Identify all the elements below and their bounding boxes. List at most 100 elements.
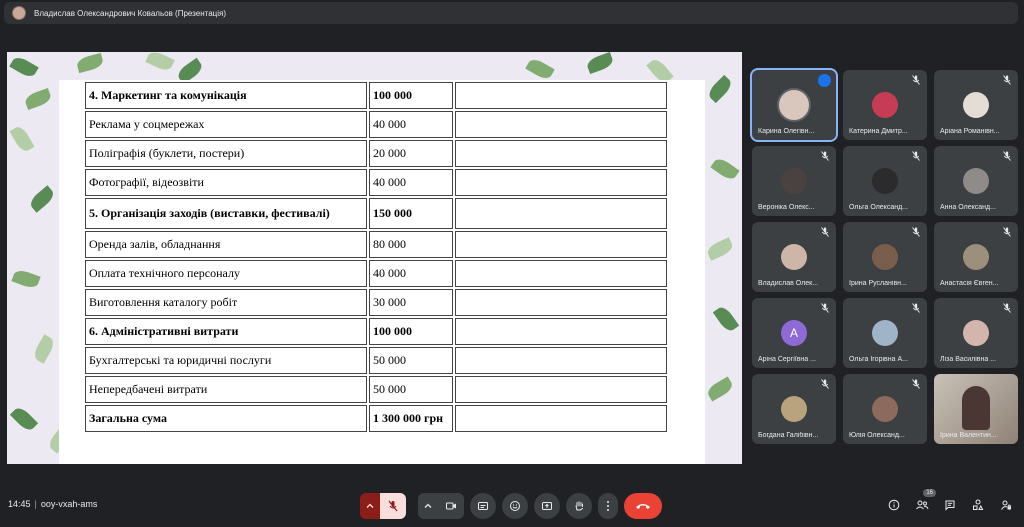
mic-off-icon [1003, 151, 1011, 161]
note-cell [455, 260, 667, 287]
note-cell [455, 318, 667, 345]
participant-name: Карина Олегівн... [758, 128, 815, 135]
expense-item-cell: Оренда залів, обладнання [85, 231, 367, 258]
avatar [963, 168, 989, 194]
lock-person-icon [1001, 500, 1011, 510]
leaf-decoration [525, 56, 555, 82]
participant-name: Анна Олександ... [940, 204, 996, 211]
note-cell [455, 82, 667, 109]
participant-tile[interactable]: Ольга Олександ... [843, 146, 927, 216]
camera-icon [446, 502, 456, 510]
participant-name: Аріана Романівн... [940, 128, 1000, 135]
amount-cell: 30 000 [369, 289, 453, 316]
leave-call-button[interactable] [624, 493, 662, 519]
leaf-decoration [585, 52, 615, 75]
amount-cell: 1 300 000 грн [369, 405, 453, 432]
participant-name: Ольга Олександ... [849, 204, 908, 211]
participant-tile[interactable]: Ліза Василівна ... [934, 298, 1018, 368]
mic-off-icon [1003, 75, 1011, 85]
participant-tile[interactable]: Анна Олександ... [934, 146, 1018, 216]
participant-tile[interactable]: Анастасія Євген... [934, 222, 1018, 292]
amount-cell: 40 000 [369, 260, 453, 287]
activities-button[interactable] [968, 492, 988, 518]
amount-cell: 20 000 [369, 140, 453, 167]
note-cell [455, 198, 667, 229]
expense-item-cell: 5. Організація заходів (виставки, фестив… [85, 198, 367, 229]
audio-options-button[interactable] [360, 493, 380, 519]
expense-item-cell: Бухгалтерські та юридичні послуги [85, 347, 367, 374]
reactions-button[interactable] [502, 493, 528, 519]
participant-tile[interactable]: Владислав Олек... [752, 222, 836, 292]
people-button[interactable]: 16 [912, 489, 936, 518]
table-row: Непередбачені витрати 50 000 [85, 376, 667, 403]
table-row: 5. Організація заходів (виставки, фестив… [85, 198, 667, 229]
avatar [963, 244, 989, 270]
participant-name: Ліза Василівна ... [940, 356, 997, 363]
clock-time: 14:45 [8, 499, 31, 509]
participant-tile[interactable]: Юлія Олександ... [843, 374, 927, 444]
participant-tile[interactable]: Катерина Дмитр... [843, 70, 927, 140]
avatar [963, 320, 989, 346]
participant-tile[interactable]: Богдана Галібівн... [752, 374, 836, 444]
avatar [872, 92, 898, 118]
avatar [872, 168, 898, 194]
mic-off-icon [821, 379, 829, 389]
present-button[interactable] [534, 493, 560, 519]
amount-cell: 100 000 [369, 318, 453, 345]
presentation-title: Владислав Олександрович Ковальов (Презен… [34, 8, 226, 18]
leaf-decoration [23, 87, 53, 111]
captions-button[interactable] [470, 493, 496, 519]
mic-off-icon [912, 303, 920, 313]
participant-name: Владислав Олек... [758, 280, 819, 287]
avatar [781, 244, 807, 270]
chat-icon [945, 500, 955, 511]
host-controls-button[interactable] [996, 492, 1016, 518]
participant-tile[interactable]: Ольга Ігорівна А... [843, 298, 927, 368]
amount-cell: 50 000 [369, 347, 453, 374]
avatar: А [781, 320, 807, 346]
emoji-icon [510, 501, 520, 511]
table-row: Оплата технічного персоналу 40 000 [85, 260, 667, 287]
camera-toggle-button[interactable] [438, 493, 464, 519]
participant-tile[interactable]: Аріана Романівн... [934, 70, 1018, 140]
avatar [781, 396, 807, 422]
participant-tile[interactable]: Карина Олегівн... [750, 68, 838, 142]
meeting-details-button[interactable] [884, 492, 904, 518]
table-row: Бухгалтерські та юридичні послуги 50 000 [85, 347, 667, 374]
separator: | [34, 499, 37, 509]
leaf-decoration [705, 74, 735, 104]
mic-off-icon [912, 75, 920, 85]
amount-cell: 40 000 [369, 111, 453, 138]
participant-video [962, 386, 990, 430]
presentation-header: Владислав Олександрович Ковальов (Презен… [4, 2, 1018, 24]
note-cell [455, 289, 667, 316]
table-row: Загальна сума 1 300 000 грн [85, 405, 667, 432]
video-options-button[interactable] [418, 493, 438, 519]
participant-name: Катерина Дмитр... [849, 128, 908, 135]
participant-tile[interactable]: Ірина Русланівн... [843, 222, 927, 292]
leaf-decoration [27, 185, 57, 213]
call-controls [360, 492, 662, 520]
expense-item-cell: Реклама у соцмережах [85, 111, 367, 138]
amount-cell: 50 000 [369, 376, 453, 403]
avatar [777, 88, 811, 122]
mic-off-icon [1003, 303, 1011, 313]
participant-tile[interactable]: Ірина Валентин... [934, 374, 1018, 444]
expense-item-cell: 4. Маркетинг та комунікація [85, 82, 367, 109]
participant-name: Ольга Ігорівна А... [849, 356, 908, 363]
participant-name: Ірина Русланівн... [849, 280, 907, 287]
leaf-decoration [31, 334, 57, 364]
participant-tile[interactable]: А Аріна Сергіївна ... [752, 298, 836, 368]
mic-toggle-button[interactable] [380, 493, 406, 519]
more-options-button[interactable] [598, 493, 618, 519]
captions-icon [478, 502, 488, 510]
participant-name: Вероніка Олекс... [758, 204, 815, 211]
avatar [781, 168, 807, 194]
chat-button[interactable] [940, 492, 960, 518]
amount-cell: 40 000 [369, 169, 453, 196]
raise-hand-button[interactable] [566, 493, 592, 519]
activities-icon [973, 499, 984, 510]
call-controls-bar: 14:45 | ooy-vxah-ams 16 [0, 488, 1024, 524]
participant-tile[interactable]: Вероніка Олекс... [752, 146, 836, 216]
note-cell [455, 376, 667, 403]
